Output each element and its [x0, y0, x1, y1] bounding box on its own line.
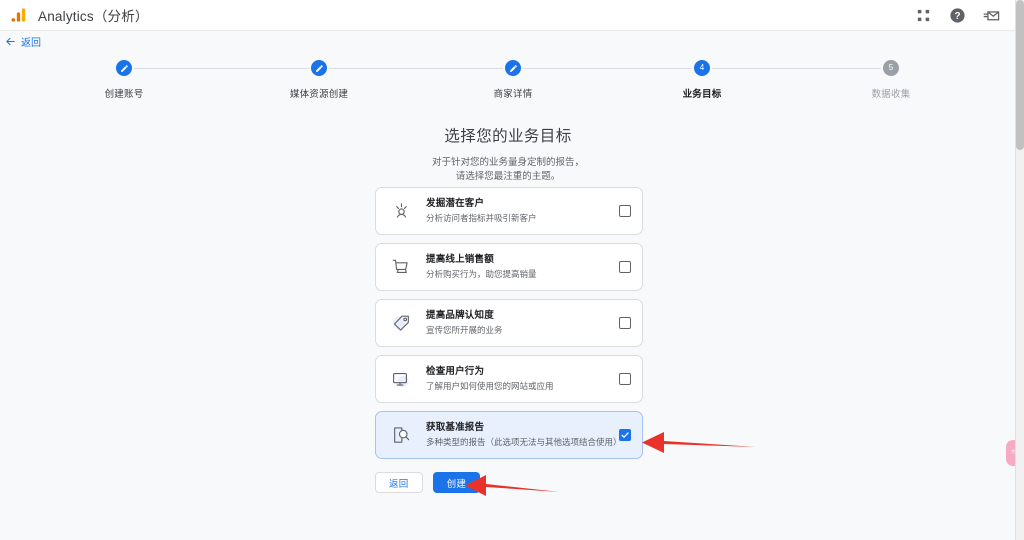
- step-label-2: 媒体资源创建: [289, 89, 349, 100]
- option-checkbox-get-baseline-reports[interactable]: [619, 429, 631, 441]
- back-button[interactable]: 返回: [375, 472, 423, 493]
- option-card-generate-leads[interactable]: 发掘潜在客户 分析访问者指标并吸引新客户: [375, 187, 643, 235]
- option-card-examine-user-behaviour[interactable]: 检查用户行为 了解用户如何使用您的网站或应用: [375, 355, 643, 403]
- app-title: Analytics（分析）: [38, 9, 149, 24]
- step-label-3: 商家详情: [493, 89, 533, 100]
- step-label-4: 业务目标: [682, 89, 722, 100]
- stepper-step-business-objectives[interactable]: 4 业务目标: [612, 60, 792, 100]
- option-checkbox-raise-brand-awareness[interactable]: [619, 317, 631, 329]
- analytics-setup-page: Analytics（分析） ? 返回 创建账号 媒体资源创建 商家详情 4 业务…: [0, 0, 1024, 540]
- step-dot-5: 5: [883, 60, 899, 76]
- option-text: 检查用户行为 了解用户如何使用您的网站或应用: [426, 366, 619, 392]
- apps-grid-icon[interactable]: [915, 7, 932, 24]
- option-title: 提高线上销售额: [426, 254, 494, 266]
- step-connector-1-2: [134, 68, 309, 69]
- page-subtitle: 对于针对您的业务量身定制的报告， 请选择您最注重的主题。: [0, 156, 1016, 184]
- person-search-icon: [395, 202, 407, 218]
- stepper-step-data-collection[interactable]: 5 数据收集: [801, 60, 981, 100]
- option-description: 分析访问者指标并吸引新客户: [426, 213, 537, 224]
- svg-text:?: ?: [954, 11, 960, 22]
- annotation-arrow-to-checkbox: [642, 432, 756, 453]
- step-dot-1: [116, 60, 132, 76]
- pencil-icon: [315, 64, 323, 72]
- step-label-1: 创建账号: [104, 89, 144, 100]
- option-card-get-baseline-reports[interactable]: 获取基准报告 多种类型的报告（此选项无法与其他选项结合使用）: [375, 411, 643, 459]
- stepper-step-create-account[interactable]: 创建账号: [34, 60, 214, 100]
- step-connector-4-5: [712, 68, 881, 69]
- header-actions: ?: [915, 7, 1016, 24]
- page-subtitle-line-2: 请选择您最注重的主题。: [455, 170, 561, 182]
- analytics-bars-icon: [11, 8, 26, 22]
- monitor-screen-icon: [392, 372, 408, 387]
- setup-stepper: 创建账号 媒体资源创建 商家详情 4 业务目标 5 数据收集: [0, 60, 1016, 106]
- option-card-drive-online-sales[interactable]: 提高线上销售额 分析购买行为，助您提高销量: [375, 243, 643, 291]
- option-icon-wrap: [390, 368, 412, 390]
- back-link[interactable]: 返回: [0, 34, 41, 49]
- vertical-scrollbar-thumb[interactable]: [1016, 0, 1024, 150]
- pencil-icon: [509, 64, 517, 72]
- step-dot-3: [505, 60, 521, 76]
- option-title: 检查用户行为: [426, 366, 485, 378]
- help-circle-icon[interactable]: ?: [949, 7, 966, 24]
- arrow-left-icon: [6, 37, 15, 46]
- feedback-mail-icon[interactable]: [983, 7, 1000, 24]
- option-icon-wrap: [390, 424, 412, 446]
- option-icon-wrap: [390, 200, 412, 222]
- create-button[interactable]: 创建: [432, 472, 481, 493]
- step-dot-4: 4: [694, 60, 710, 76]
- option-text: 提高品牌认知度 宣传您所开展的业务: [426, 310, 619, 336]
- page-subtitle-line-1: 对于针对您的业务量身定制的报告，: [431, 157, 584, 168]
- option-checkbox-examine-user-behaviour[interactable]: [619, 373, 631, 385]
- back-bar: 返回: [0, 31, 1016, 52]
- step-label-5: 数据收集: [871, 89, 911, 100]
- option-title: 获取基准报告: [426, 422, 485, 434]
- page-heading: 选择您的业务目标 对于针对您的业务量身定制的报告， 请选择您最注重的主题。: [0, 124, 1016, 184]
- checkmark-icon: [621, 432, 629, 438]
- report-search-icon: [393, 426, 409, 443]
- step-dot-2: [311, 60, 327, 76]
- option-title: 提高品牌认知度: [426, 310, 494, 322]
- option-icon-wrap: [390, 312, 412, 334]
- option-checkbox-generate-leads[interactable]: [619, 205, 631, 217]
- app-header: Analytics（分析） ?: [0, 0, 1016, 31]
- option-description: 多种类型的报告（此选项无法与其他选项结合使用）: [426, 437, 622, 448]
- option-checkbox-drive-online-sales[interactable]: [619, 261, 631, 273]
- back-link-label: 返回: [21, 38, 41, 49]
- option-description: 宣传您所开展的业务: [426, 325, 503, 336]
- form-actions: 返回 创建: [375, 472, 481, 493]
- step-connector-2-3: [329, 68, 503, 69]
- stepper-step-business-details[interactable]: 商家详情: [423, 60, 603, 100]
- page-title: 选择您的业务目标: [444, 128, 572, 145]
- vertical-scrollbar-track[interactable]: [1016, 0, 1024, 540]
- price-tag-icon: [392, 315, 409, 331]
- business-objective-options: 发掘潜在客户 分析访问者指标并吸引新客户 提高线上销售额 分析购买行为，助您提高…: [375, 187, 643, 467]
- option-icon-wrap: [390, 256, 412, 278]
- option-title: 发掘潜在客户: [426, 198, 485, 210]
- option-description: 了解用户如何使用您的网站或应用: [426, 381, 554, 392]
- shopping-cart-icon: [392, 259, 408, 273]
- option-card-raise-brand-awareness[interactable]: 提高品牌认知度 宣传您所开展的业务: [375, 299, 643, 347]
- stepper-step-create-property[interactable]: 媒体资源创建: [229, 60, 409, 100]
- option-text: 提高线上销售额 分析购买行为，助您提高销量: [426, 254, 619, 280]
- brand[interactable]: Analytics（分析）: [0, 5, 149, 25]
- pencil-icon: [120, 64, 128, 72]
- option-description: 分析购买行为，助您提高销量: [426, 269, 537, 280]
- option-text: 获取基准报告 多种类型的报告（此选项无法与其他选项结合使用）: [426, 422, 622, 448]
- option-text: 发掘潜在客户 分析访问者指标并吸引新客户: [426, 198, 619, 224]
- step-connector-3-4: [523, 68, 692, 69]
